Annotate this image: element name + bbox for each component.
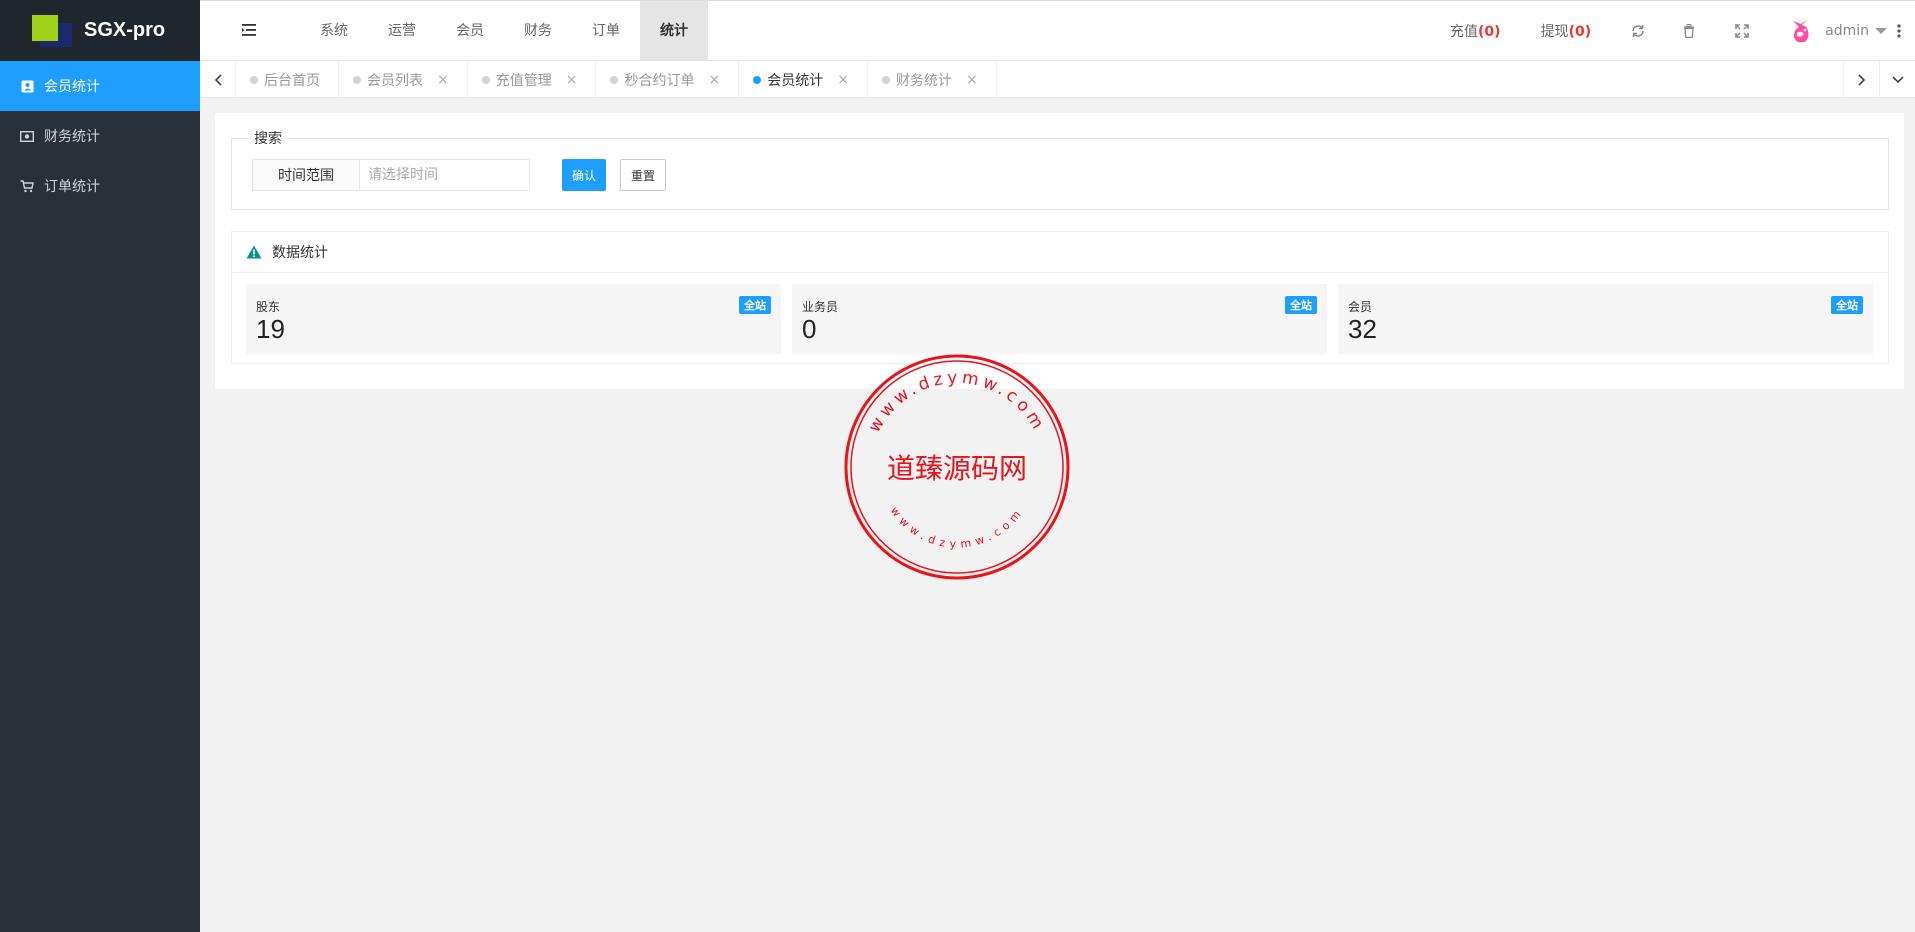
- tab-dot: [753, 75, 762, 84]
- close-icon[interactable]: ×: [708, 72, 720, 88]
- header-right: 充值(0) 提现(0) admin: [1450, 1, 1915, 61]
- stat-label: 会员: [1348, 300, 1373, 314]
- tab-recharge[interactable]: 充值管理 ×: [468, 61, 597, 98]
- tab-dot: [481, 75, 490, 84]
- tab-home[interactable]: 后台首页: [236, 61, 339, 98]
- sidebar-item-order-stats[interactable]: 订单统计: [0, 161, 200, 211]
- search-legend: 搜索: [252, 130, 284, 148]
- logo[interactable]: SGX-pro: [0, 0, 200, 61]
- nav-member[interactable]: 会员: [436, 1, 504, 61]
- chevron-down-icon: [1875, 28, 1887, 34]
- stats-panel: 数据统计 股东 19 全站 业务员 0 全站 会员 32 全站: [231, 231, 1889, 364]
- top-nav: 系统 运营 会员 财务 订单 统计: [300, 1, 708, 61]
- withdraw-link[interactable]: 提现(0): [1541, 21, 1592, 41]
- sidebar-item-label: 财务统计: [44, 129, 100, 145]
- user-menu[interactable]: admin: [1825, 23, 1887, 39]
- avatar[interactable]: [1787, 17, 1815, 45]
- tab-label: 充值管理: [495, 72, 552, 89]
- tab-dot: [250, 75, 258, 84]
- time-range-label: 时间范围: [252, 159, 360, 191]
- nav-operation[interactable]: 运营: [368, 1, 436, 61]
- tabs: 后台首页 会员列表 × 充值管理 × 秒合约订单 × 会员统计 × 财务统计 ×: [236, 61, 997, 98]
- recharge-label: 充值: [1450, 24, 1479, 40]
- time-range-input[interactable]: [360, 159, 530, 191]
- nav-finance[interactable]: 财务: [504, 1, 572, 61]
- withdraw-count: (0): [1568, 24, 1592, 40]
- cart-icon: [20, 179, 34, 193]
- trash-icon[interactable]: [1683, 24, 1697, 38]
- time-range-group: 时间范围: [252, 159, 530, 191]
- money-icon: [20, 129, 34, 143]
- close-icon[interactable]: ×: [437, 72, 449, 88]
- tabs-prev-button[interactable]: [200, 61, 236, 98]
- reset-button[interactable]: 重置: [620, 159, 666, 191]
- tab-label: 会员列表: [367, 72, 423, 89]
- recharge-link[interactable]: 充值(0): [1450, 21, 1501, 41]
- status-badge: 全站: [1831, 296, 1863, 314]
- member-card-icon: [20, 79, 34, 93]
- more-vertical-icon[interactable]: [1897, 23, 1901, 39]
- menu-toggle-icon[interactable]: [242, 23, 258, 37]
- tabs-bar: 后台首页 会员列表 × 充值管理 × 秒合约订单 × 会员统计 × 财务统计 ×: [200, 61, 1915, 98]
- chevron-right-icon: [1857, 73, 1865, 86]
- tab-member-list[interactable]: 会员列表 ×: [339, 61, 468, 98]
- nav-order[interactable]: 订单: [572, 1, 640, 61]
- tab-finance-stats[interactable]: 财务统计 ×: [868, 61, 997, 98]
- recharge-count: (0): [1478, 24, 1501, 40]
- refresh-icon[interactable]: [1631, 24, 1645, 38]
- stat-value: 19: [256, 314, 285, 344]
- tab-dot: [610, 75, 619, 84]
- warning-icon: [246, 245, 262, 259]
- tab-dot: [881, 75, 890, 84]
- svg-text:道臻源码网: 道臻源码网: [887, 452, 1027, 485]
- sidebar-item-label: 会员统计: [44, 79, 100, 95]
- stat-label: 股东: [256, 300, 281, 314]
- svg-text:www.dzymw.com: www.dzymw.com: [888, 504, 1027, 551]
- close-icon[interactable]: ×: [966, 72, 978, 88]
- search-fieldset: 搜索 时间范围 确认 重置: [231, 130, 1889, 210]
- stat-member: 会员 32 全站: [1338, 284, 1873, 354]
- tab-label: 秒合约订单: [624, 72, 695, 89]
- tab-label: 财务统计: [895, 72, 952, 89]
- sidebar-item-label: 订单统计: [44, 179, 100, 195]
- top-header: 系统 运营 会员 财务 订单 统计 充值(0) 提现(0) admin: [200, 0, 1915, 61]
- tabs-menu-button[interactable]: [1879, 61, 1915, 98]
- logo-mark-icon: [32, 14, 72, 47]
- stat-shareholder: 股东 19 全站: [246, 284, 781, 354]
- main-card: 搜索 时间范围 确认 重置 数据统计 股东 19 全站 业务员 0 全站: [215, 113, 1904, 389]
- stat-value: 32: [1348, 314, 1377, 344]
- nav-system[interactable]: 系统: [300, 1, 368, 61]
- stats-panel-title: 数据统计: [272, 245, 328, 261]
- stats-panel-header: 数据统计: [232, 232, 1888, 273]
- status-badge: 全站: [1285, 296, 1317, 314]
- close-icon[interactable]: ×: [837, 72, 849, 88]
- withdraw-label: 提现: [1540, 24, 1569, 40]
- side-menu: 会员统计 财务统计 订单统计: [0, 61, 200, 211]
- watermark-stamp: www.dzymw.com www.dzymw.com 道臻源码网: [842, 352, 1072, 582]
- nav-statistics[interactable]: 统计: [640, 1, 708, 61]
- tab-contract-orders[interactable]: 秒合约订单 ×: [596, 61, 740, 98]
- close-icon[interactable]: ×: [566, 72, 578, 88]
- chevron-left-icon: [214, 73, 222, 86]
- sidebar-item-member-stats[interactable]: 会员统计: [0, 61, 200, 111]
- stats-row: 股东 19 全站 业务员 0 全站 会员 32 全站: [246, 284, 1873, 354]
- stat-value: 0: [802, 314, 817, 344]
- stat-salesperson: 业务员 0 全站: [792, 284, 1327, 354]
- tab-member-stats[interactable]: 会员统计 ×: [739, 61, 868, 98]
- tab-label: 会员统计: [767, 72, 824, 89]
- stat-label: 业务员: [802, 300, 839, 314]
- tab-dot: [353, 75, 361, 84]
- chevron-down-icon: [1891, 75, 1904, 83]
- sidebar: SGX-pro 会员统计 财务统计 订单统计: [0, 0, 200, 932]
- username: admin: [1825, 23, 1869, 39]
- app-title: SGX-pro: [84, 19, 166, 41]
- tab-label: 后台首页: [264, 72, 320, 89]
- sidebar-item-finance-stats[interactable]: 财务统计: [0, 111, 200, 161]
- status-badge: 全站: [739, 296, 771, 314]
- confirm-button[interactable]: 确认: [562, 159, 606, 191]
- fullscreen-icon[interactable]: [1735, 24, 1749, 38]
- tabs-next-button[interactable]: [1843, 61, 1879, 98]
